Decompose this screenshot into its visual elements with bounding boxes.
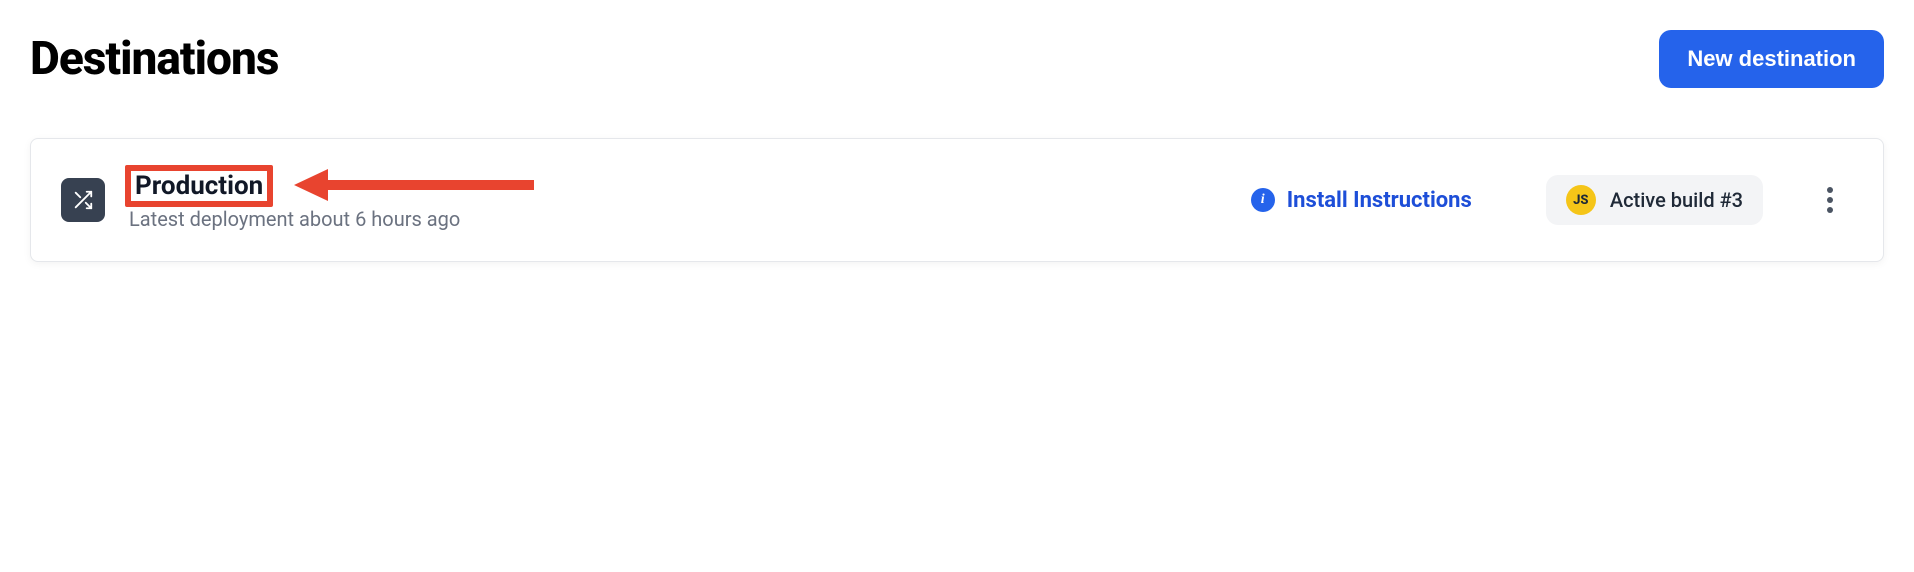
kebab-dot-icon [1827, 187, 1833, 193]
destination-name[interactable]: Production [129, 169, 269, 203]
new-destination-button[interactable]: New destination [1659, 30, 1884, 88]
page-title: Destinations [30, 32, 278, 86]
destination-name-wrapper: Production [129, 169, 269, 203]
shuffle-icon [61, 178, 105, 222]
destination-info: Production Latest deployment about 6 hou… [129, 169, 1227, 231]
kebab-dot-icon [1827, 207, 1833, 213]
info-icon: i [1251, 188, 1275, 212]
install-instructions-label: Install Instructions [1287, 188, 1472, 213]
kebab-dot-icon [1827, 197, 1833, 203]
active-build-label: Active build #3 [1610, 188, 1743, 212]
destination-meta: Latest deployment about 6 hours ago [129, 207, 1227, 231]
install-instructions-link[interactable]: i Install Instructions [1251, 188, 1472, 213]
page-header: Destinations New destination [30, 30, 1884, 88]
js-badge-icon: JS [1566, 185, 1596, 215]
annotation-arrow [294, 161, 534, 211]
active-build-pill[interactable]: JS Active build #3 [1546, 175, 1763, 225]
destination-card: Production Latest deployment about 6 hou… [30, 138, 1884, 262]
more-menu-button[interactable] [1817, 177, 1843, 223]
